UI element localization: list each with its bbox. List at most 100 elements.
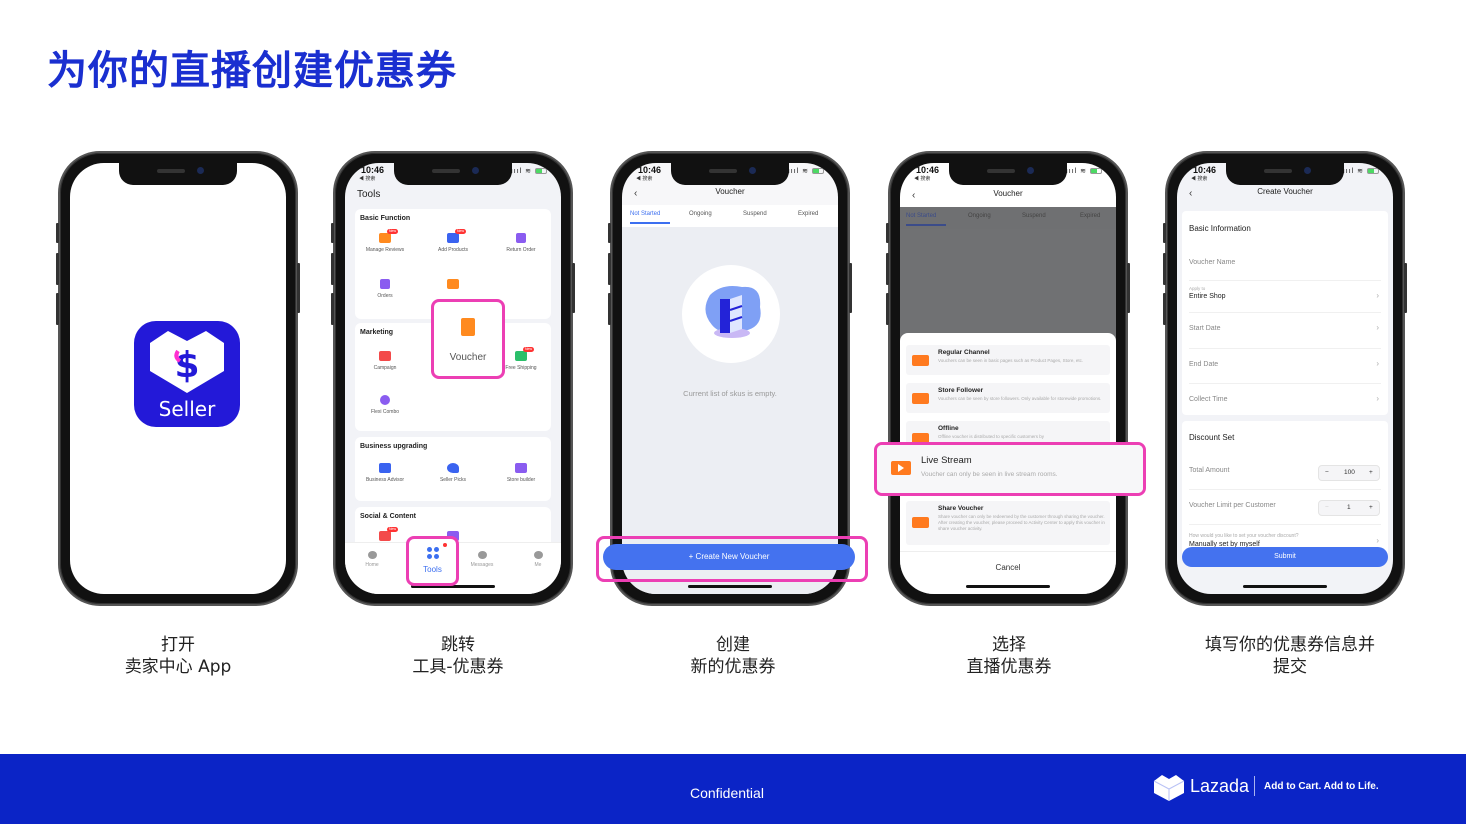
create-new-voucher-button[interactable]: + Create New Voucher [603,544,855,570]
back-to-app[interactable]: ◀ 搜索 [359,175,375,182]
tab-ongoing[interactable]: Ongoing [968,213,991,219]
section-title: Social & Content [360,513,417,520]
option-store-follower[interactable]: Store Follower Vouchers can be seen by s… [906,383,1110,413]
signal-wifi-icon: ıııl ≋ [1065,168,1088,175]
discount-card: Discount Set Total Amount − 100 + Vouche… [1182,421,1388,561]
tool-add-products[interactable]: New Add Products [423,229,483,254]
tab-ongoing[interactable]: Ongoing [689,211,712,217]
rocket-icon [447,463,459,473]
decrement-button[interactable]: − [1325,504,1329,511]
status-time: 10:46 [916,165,940,175]
notch [119,163,237,185]
home-indicator [966,585,1050,588]
decrement-button[interactable]: − [1325,469,1329,476]
voucher-highlight[interactable]: Voucher [431,299,505,379]
tab-suspend[interactable]: Suspend [1022,213,1046,219]
new-badge: New [387,229,399,234]
messages-icon [477,551,487,559]
apply-to-row[interactable]: Apply to Entire Shop › [1189,281,1381,313]
notch [1226,163,1344,185]
ticket-icon [912,514,929,528]
section-business-upgrading: Business upgrading Business Advisor Sell… [355,437,551,501]
tab-not-started[interactable]: Not Started [906,213,936,219]
collect-time-row[interactable]: Collect Time › [1189,384,1381,415]
tab-expired[interactable]: Expired [1080,213,1100,219]
back-to-app[interactable]: ◀ 搜索 [636,175,652,182]
tool-store-builder[interactable]: Store builder [491,463,551,484]
divider [900,551,1116,552]
notch [671,163,789,185]
voucher-name-field[interactable]: Voucher Name [1189,246,1381,281]
reviews-icon: New [379,229,399,243]
tool-flexi-combo[interactable]: Flexi Combo [355,395,415,416]
chevron-right-icon: › [1376,394,1379,403]
cancel-button[interactable]: Cancel [900,563,1116,572]
tool-campaign[interactable]: Campaign [355,351,415,372]
back-chevron-icon[interactable]: ‹ [1189,188,1192,199]
basic-info-title: Basic Information [1189,224,1251,233]
back-chevron-icon[interactable]: ‹ [912,190,915,201]
caption-step-4: 选择 直播优惠券 [966,635,1052,677]
tools-tab-highlight[interactable]: Tools [406,536,459,586]
back-chevron-icon[interactable]: ‹ [634,188,637,199]
tab-home[interactable]: Home [347,551,397,568]
active-tab-underline [906,224,946,226]
tool-manage-reviews[interactable]: New Manage Reviews [355,229,415,254]
store-icon [447,279,459,289]
volume-down-button [608,293,611,325]
basic-info-card: Basic Information Voucher Name Apply to … [1182,211,1388,415]
tab-me[interactable]: Me [513,551,561,568]
increment-button[interactable]: + [1369,504,1373,511]
battery-icon [1367,168,1379,175]
end-date-row[interactable]: End Date › [1189,349,1381,384]
option-share-voucher[interactable]: Share Voucher Share voucher can only be … [906,501,1110,545]
tool-business-advisor[interactable]: Business Advisor [355,463,415,484]
caption-step-1: 打开 卖家中心 App [124,635,232,677]
status-tabs: Not Started Ongoing Suspend Expired [900,207,1116,229]
submit-button[interactable]: Submit [1182,547,1388,567]
chevron-right-icon: › [1376,536,1379,545]
heart-dollar-icon: $ [150,331,224,393]
tab-messages[interactable]: Messages [457,551,507,568]
phone-tools: 10:46 ◀ 搜索 ıııl ≋ Tools Basic Function N… [331,151,575,606]
tools-title: Tools [357,189,381,200]
total-amount-value[interactable]: 100 [1344,469,1355,476]
screen: 10:46 ◀ 搜索 ıııl ≋ ‹ Voucher Not Started … [622,163,838,594]
battery-icon [535,168,547,175]
volume-up-button [331,253,334,285]
tab-expired[interactable]: Expired [798,211,818,217]
status-icons: ıııl ≋ [511,167,547,175]
voucher-icon [461,318,475,336]
tool-unnamed[interactable] [423,279,483,293]
volume-up-button [56,253,59,285]
tool-seller-picks[interactable]: Seller Picks [423,463,483,484]
caption-step-5: 填写你的优惠券信息并 提交 [1205,635,1375,677]
seller-app-icon[interactable]: $ Seller [134,321,240,427]
back-to-app[interactable]: ◀ 搜索 [914,175,930,182]
start-date-row[interactable]: Start Date › [1189,313,1381,349]
return-order-icon [516,233,526,243]
new-badge: New [387,527,399,532]
chevron-right-icon: › [1376,359,1379,368]
tab-suspend[interactable]: Suspend [743,211,767,217]
tool-orders[interactable]: Orders [355,279,415,300]
option-regular-channel[interactable]: Regular Channel Vouchers can be seen in … [906,345,1110,375]
mute-switch [886,223,889,243]
power-button [297,263,300,313]
total-amount-stepper[interactable]: − 100 + [1318,465,1380,481]
back-to-app[interactable]: ◀ 搜索 [1191,175,1207,182]
phone-voucher-list: 10:46 ◀ 搜索 ıııl ≋ ‹ Voucher Not Started … [596,151,868,606]
voucher-limit-stepper[interactable]: − 1 + [1318,500,1380,516]
battery-icon [812,168,824,175]
power-button [849,263,852,313]
live-stream-highlight[interactable]: Live Stream Voucher can only be seen in … [874,442,1146,496]
tool-return-order[interactable]: Return Order [491,233,551,254]
voucher-limit-value[interactable]: 1 [1347,504,1351,511]
store-builder-icon [515,463,527,473]
live-stream-title: Live Stream [921,455,972,466]
volume-down-button [1163,293,1166,325]
screen: $ Seller [70,163,286,594]
increment-button[interactable]: + [1369,469,1373,476]
page-title: 为你的直播创建优惠券 [47,48,457,94]
tab-not-started[interactable]: Not Started [630,211,660,217]
